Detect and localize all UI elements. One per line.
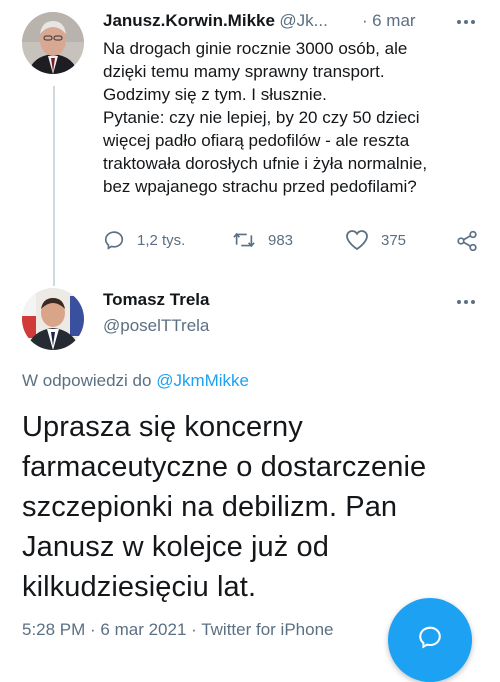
reply-action[interactable]: 1,2 tys.: [103, 229, 185, 251]
more-icon[interactable]: [456, 14, 476, 35]
tweet-line: Pytanie: czy nie lepiej, by 20 czy 50 dz…: [103, 108, 420, 127]
tweet-line: więcej padło ofiarą pedofilów - ale resz…: [103, 131, 410, 150]
author-name[interactable]: Tomasz Trela: [103, 290, 209, 310]
retweet-icon: [233, 232, 255, 248]
author-handle[interactable]: @Jk...: [279, 11, 327, 30]
tweet-line: dzięki temu mamy sprawny transport.: [103, 62, 385, 81]
avatar-tomasz[interactable]: [22, 288, 84, 350]
tweet-line: szczepionki na debilizm. Pan: [22, 491, 398, 523]
thread-line: [53, 86, 55, 286]
compose-reply-button[interactable]: [388, 598, 472, 682]
avatar-janusz[interactable]: [22, 12, 84, 74]
reply-to-link[interactable]: @JkmMikke: [156, 371, 249, 390]
like-action[interactable]: 375: [345, 229, 406, 251]
author-handle[interactable]: @poselTTrela: [103, 316, 209, 336]
reply-icon: [104, 231, 124, 250]
tweet1-text: Na drogach ginie rocznie 3000 osób, ale …: [103, 37, 498, 198]
tweet-timestamp[interactable]: 5:28 PM · 6 mar 2021 · Twitter for iPhon…: [22, 620, 334, 640]
tweet-line: farmaceutyczne o dostarczenie: [22, 451, 427, 483]
tweet-line: Uprasza się koncerny: [22, 411, 303, 443]
tweet-line: bez wpajanego strachu przed pedofilami?: [103, 177, 417, 196]
author-name[interactable]: Janusz.Korwin.Mikke: [103, 11, 275, 30]
retweet-action[interactable]: 983: [232, 229, 293, 251]
tweet-time[interactable]: 6 mar: [372, 11, 415, 30]
share-icon[interactable]: [456, 230, 478, 257]
compose-reply-icon: [419, 626, 441, 649]
reply-context: W odpowiedzi do @JkmMikke: [22, 371, 249, 391]
more-icon[interactable]: [456, 294, 476, 315]
tweet-line: Godzimy się z tym. I słusznie.: [103, 85, 327, 104]
tweet2-text: Uprasza się koncerny farmaceutyczne o do…: [22, 407, 492, 607]
separator-dot: ·: [362, 11, 368, 30]
tweet1-time-wrap: · 6 mar: [362, 11, 416, 31]
tweet-line: traktowała dorosłych ufnie i żyła normal…: [103, 154, 428, 173]
like-count: 375: [381, 231, 407, 249]
retweet-count: 983: [268, 231, 294, 249]
reply-count: 1,2 tys.: [137, 231, 186, 249]
tweet-line: Janusz w kolejce już od: [22, 531, 329, 563]
tweet-line: Na drogach ginie rocznie 3000 osób, ale: [103, 39, 408, 58]
tweet1-header: Janusz.Korwin.Mikke @Jk...: [103, 11, 328, 31]
reply-prefix: W odpowiedzi do: [22, 371, 157, 390]
heart-icon: [346, 230, 368, 251]
